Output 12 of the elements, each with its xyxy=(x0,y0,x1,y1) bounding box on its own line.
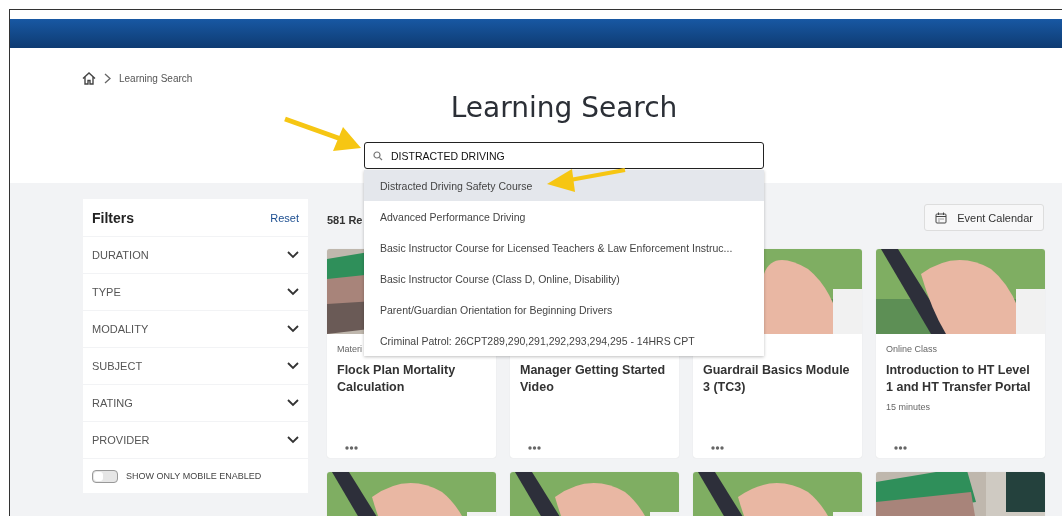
course-type: Materi xyxy=(337,344,362,354)
course-title: Manager Getting Started Video xyxy=(520,362,667,396)
course-type: Online Class xyxy=(886,344,938,354)
page-title: Learning Search xyxy=(449,91,679,126)
course-duration: 15 minutes xyxy=(886,402,932,412)
course-title: Flock Plan Mortality Calculation xyxy=(337,362,457,396)
breadcrumb-current: Learning Search xyxy=(119,72,193,84)
toggle-label: SHOW ONLY MOBILE ENABLED xyxy=(126,471,262,481)
result-count: 581 Re xyxy=(327,214,363,226)
filters-title: Filters xyxy=(92,209,134,226)
course-title: Guardrail Basics Module 3 (TC3) xyxy=(703,362,851,396)
course-title: Introduction to HT Level 1 and HT Transfer Portal xyxy=(886,362,1032,396)
